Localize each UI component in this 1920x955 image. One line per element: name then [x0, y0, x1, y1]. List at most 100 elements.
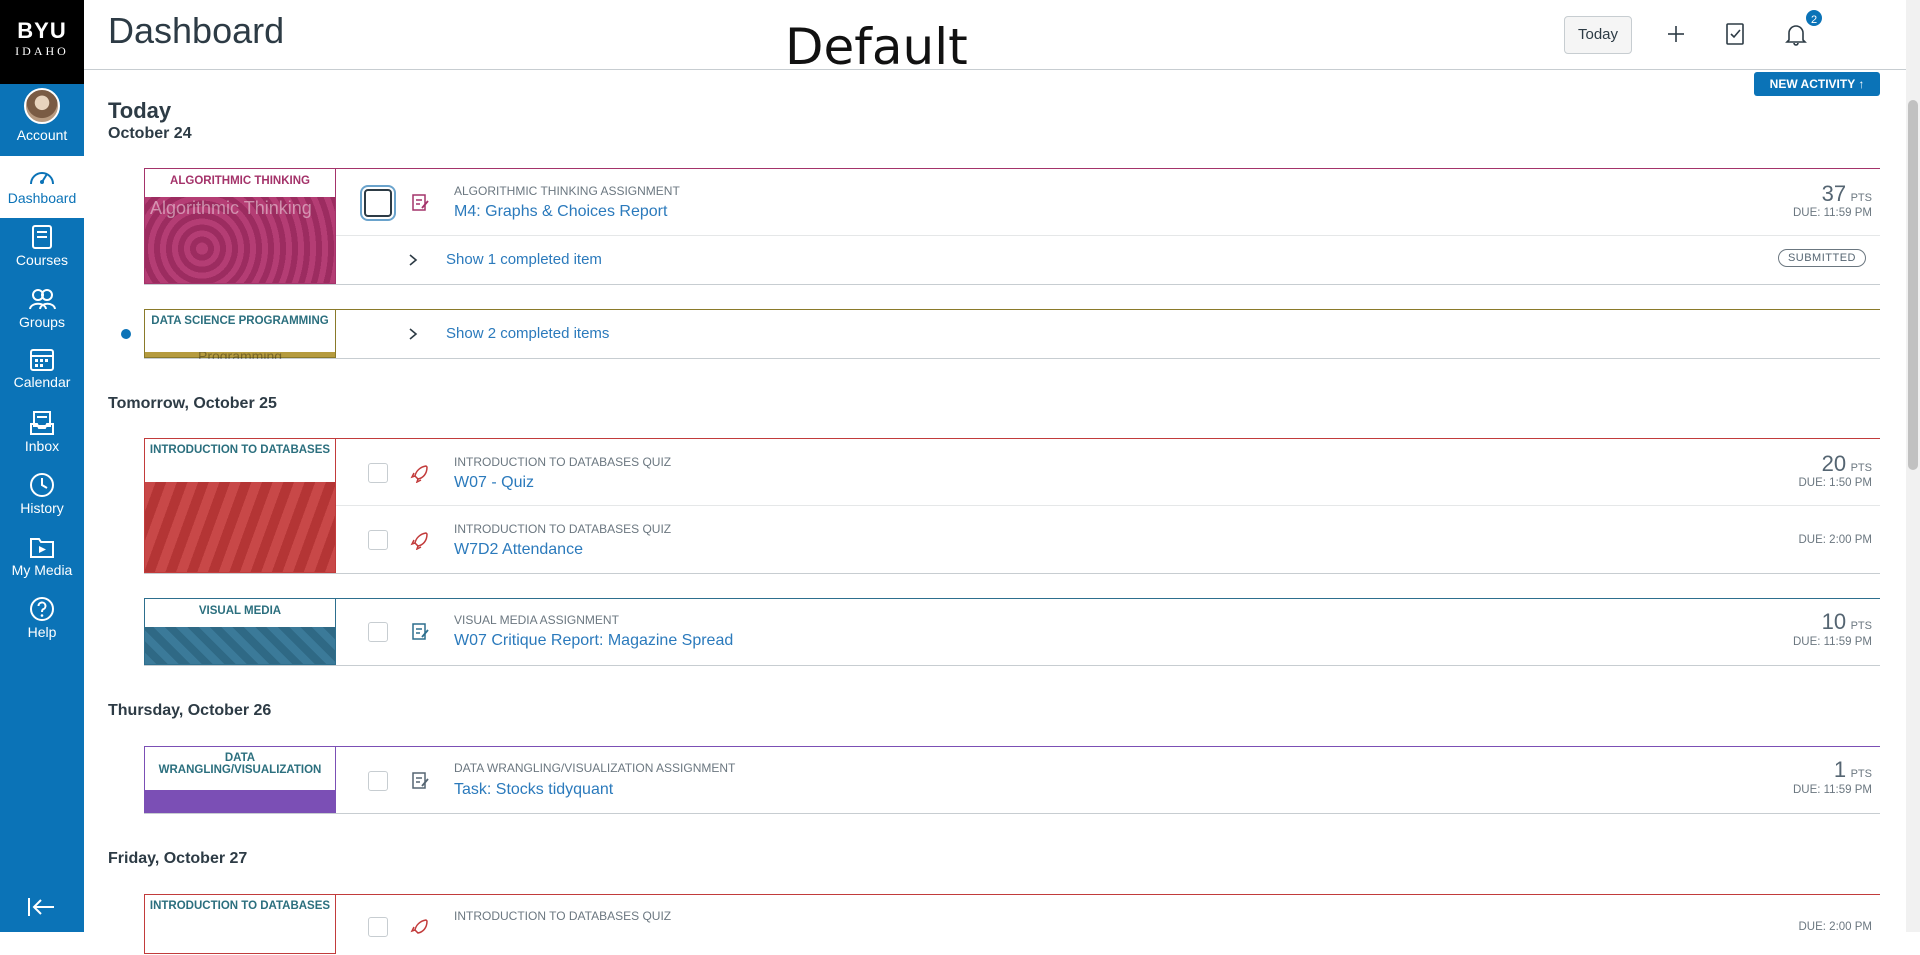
nav-groups[interactable]: Groups	[0, 286, 84, 344]
nav-courses-label: Courses	[15, 252, 69, 268]
planner-item: INTRODUCTION TO DATABASES QUIZ W7D2 Atte…	[336, 506, 1880, 574]
course-name: VISUAL MEDIA	[145, 599, 335, 627]
item-title-link[interactable]: W07 Critique Report: Magazine Spread	[454, 632, 733, 650]
item-type: INTRODUCTION TO DATABASES QUIZ	[454, 522, 672, 536]
course-image	[145, 627, 335, 664]
course-card[interactable]: INTRODUCTION TO DATABASES	[144, 439, 336, 573]
course-card[interactable]: ALGORITHMIC THINKING Algorithmic Thinkin…	[144, 169, 336, 284]
complete-checkbox[interactable]	[368, 917, 388, 937]
item-type: INTRODUCTION TO DATABASES QUIZ	[454, 455, 672, 469]
dashboard-icon	[30, 172, 54, 185]
scrollbar[interactable]	[1906, 0, 1920, 932]
course-image: Programming	[145, 352, 335, 359]
collapse-nav-icon[interactable]	[26, 896, 56, 918]
planner-item: INTRODUCTION TO DATABASES QUIZ W07 - Qui…	[336, 439, 1880, 506]
status-badge: SUBMITTED	[1777, 249, 1866, 267]
due-time: DUE: 11:59 PM	[1792, 784, 1872, 796]
quiz-icon	[410, 532, 428, 550]
nav-courses[interactable]: Courses	[0, 224, 84, 282]
nav-help[interactable]: Help	[0, 596, 84, 654]
course-name: ALGORITHMIC THINKING	[145, 169, 335, 197]
item-title-link[interactable]: M4: Graphs & Choices Report	[454, 203, 667, 221]
nav-my-media-label: My Media	[11, 562, 73, 578]
nav-inbox[interactable]: Inbox	[0, 410, 84, 468]
planner-item: INTRODUCTION TO DATABASES QUIZ DUE: 2:00…	[336, 895, 1880, 955]
nav-calendar[interactable]: Calendar	[0, 346, 84, 406]
points-value: 1	[1833, 757, 1847, 782]
complete-checkbox[interactable]	[368, 771, 388, 791]
due-time: DUE: 11:59 PM	[1792, 636, 1872, 648]
due-time: DUE: 1:50 PM	[1798, 477, 1873, 489]
course-image	[145, 482, 335, 572]
notifications-bell-icon[interactable]	[1784, 22, 1808, 46]
quiz-icon	[410, 919, 428, 934]
points-unit: PTS	[1850, 768, 1872, 780]
chevron-right-icon[interactable]	[408, 327, 418, 341]
day-heading-friday: Friday, October 27	[108, 850, 248, 867]
points-value: 37	[1821, 181, 1847, 206]
points-unit: PTS	[1850, 462, 1872, 474]
inbox-icon	[30, 411, 54, 435]
completed-items-row: Show 2 completed items	[336, 310, 1880, 359]
grades-icon[interactable]	[1724, 22, 1746, 46]
course-card[interactable]: VISUAL MEDIA	[144, 599, 336, 665]
courses-icon	[32, 225, 52, 249]
course-card[interactable]: INTRODUCTION TO DATABASES	[144, 895, 336, 954]
completed-items-row: Show 1 completed item SUBMITTED	[336, 236, 1880, 285]
course-name: INTRODUCTION TO DATABASES	[145, 439, 335, 482]
complete-checkbox[interactable]	[368, 622, 388, 642]
complete-checkbox[interactable]	[368, 463, 388, 483]
course-card[interactable]: DATA SCIENCE PROGRAMMING Programming	[144, 310, 336, 359]
scrollbar-thumb[interactable]	[1908, 100, 1918, 470]
groups-icon	[29, 289, 56, 310]
course-card[interactable]: DATA WRANGLING/VISUALIZATION	[144, 747, 336, 813]
nav-account[interactable]: Account	[0, 88, 84, 154]
nav-history[interactable]: History	[0, 472, 84, 530]
course-image-text: Programming	[145, 352, 335, 359]
points: 1 PTS	[1834, 757, 1872, 783]
course-name: DATA SCIENCE PROGRAMMING	[145, 310, 335, 352]
complete-checkbox[interactable]	[364, 189, 392, 217]
overlay-label: Default	[785, 18, 968, 76]
history-icon	[30, 473, 54, 497]
show-completed-link[interactable]: Show 2 completed items	[446, 325, 609, 342]
today-button[interactable]: Today	[1564, 16, 1632, 54]
show-completed-link[interactable]: Show 1 completed item	[446, 251, 602, 268]
nav-dashboard-label: Dashboard	[7, 190, 77, 206]
points: 20 PTS	[1822, 451, 1872, 477]
item-title-link[interactable]: W07 - Quiz	[454, 474, 534, 492]
item-title-link[interactable]: Task: Stocks tidyquant	[454, 781, 613, 799]
due-time: DUE: 11:59 PM	[1792, 207, 1872, 219]
day-heading-today: Today October 24	[108, 98, 192, 143]
new-activity-button[interactable]: NEW ACTIVITY ↑	[1754, 72, 1880, 96]
item-title-link[interactable]: W7D2 Attendance	[454, 541, 583, 559]
nav-history-label: History	[20, 500, 64, 516]
new-activity-dot	[121, 329, 131, 339]
planner-item: VISUAL MEDIA ASSIGNMENT W07 Critique Rep…	[336, 599, 1880, 666]
due-time: DUE: 2:00 PM	[1798, 534, 1873, 546]
item-type: VISUAL MEDIA ASSIGNMENT	[454, 613, 619, 627]
logo-line-2: IDAHO	[15, 44, 69, 58]
add-icon[interactable]	[1664, 22, 1688, 46]
course-group-data-wrangling: DATA WRANGLING/VISUALIZATION DATA WRANGL…	[144, 746, 1880, 814]
logo-line-1: BYU	[17, 18, 67, 43]
nav-calendar-label: Calendar	[13, 374, 71, 390]
course-image-text: Algorithmic Thinking	[150, 198, 312, 218]
help-icon	[30, 597, 54, 621]
day-heading-thursday: Thursday, October 26	[108, 702, 272, 719]
calendar-icon	[30, 349, 54, 371]
nav-account-label: Account	[16, 127, 68, 143]
nav-my-media[interactable]: My Media	[0, 534, 84, 592]
assignment-icon	[412, 623, 429, 640]
nav-dashboard[interactable]: Dashboard	[0, 156, 84, 218]
complete-checkbox[interactable]	[368, 530, 388, 550]
byu-idaho-logo[interactable]: BYU IDAHO	[0, 0, 84, 84]
chevron-right-icon[interactable]	[408, 253, 418, 267]
day-date: October 24	[108, 125, 192, 142]
planner-item: ALGORITHMIC THINKING ASSIGNMENT M4: Grap…	[336, 169, 1880, 236]
points: 10 PTS	[1822, 609, 1872, 635]
item-type: INTRODUCTION TO DATABASES QUIZ	[454, 909, 672, 923]
course-group-algorithmic-thinking: ALGORITHMIC THINKING Algorithmic Thinkin…	[144, 168, 1880, 285]
item-type: ALGORITHMIC THINKING ASSIGNMENT	[454, 184, 680, 198]
nav-inbox-label: Inbox	[24, 438, 60, 454]
